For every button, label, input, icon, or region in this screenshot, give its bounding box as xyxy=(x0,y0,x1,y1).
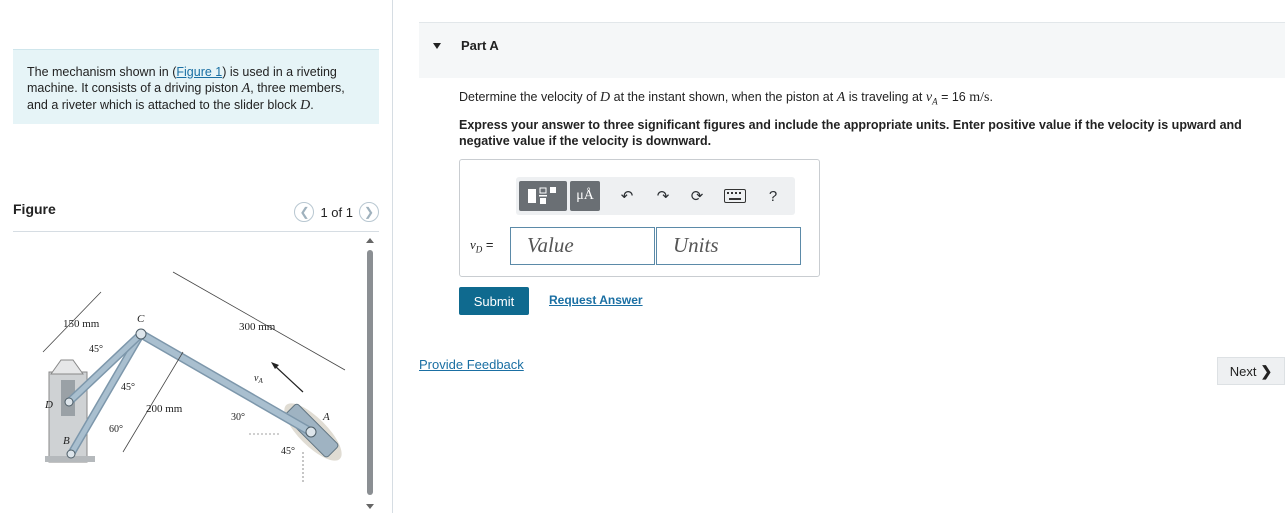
guide-top xyxy=(50,359,84,375)
prev-figure-button[interactable]: ❮ xyxy=(294,202,315,222)
problem-statement: The mechanism shown in (Figure 1) is use… xyxy=(13,49,379,124)
reset-button[interactable]: ⟳ xyxy=(686,185,708,207)
chevron-right-icon: ❯ xyxy=(1260,362,1273,379)
keyboard-icon xyxy=(724,189,746,203)
next-label: Next xyxy=(1229,363,1257,379)
answer-box: μÅ ↶ ↷ ⟳ ? vD = Value Units xyxy=(459,159,820,277)
value-input[interactable]: Value xyxy=(510,227,655,265)
label-angle-45-bot: 45° xyxy=(281,446,295,457)
label-point-b: B xyxy=(63,435,70,447)
units-input[interactable]: Units xyxy=(656,227,801,265)
figure-link[interactable]: Figure 1 xyxy=(176,65,222,79)
velocity-arrow-line xyxy=(274,365,304,393)
next-figure-button[interactable]: ❯ xyxy=(359,202,379,222)
instructions-text: Express your answer to three significant… xyxy=(459,118,1242,148)
math-toolbar: μÅ ↶ ↷ ⟳ ? xyxy=(516,177,795,215)
units-button[interactable]: μÅ xyxy=(570,181,600,211)
part-label: Part A xyxy=(461,38,499,53)
pin-b xyxy=(66,449,76,459)
dim-line-200 xyxy=(122,351,184,453)
templates-button[interactable] xyxy=(519,181,567,211)
undo-button[interactable]: ↶ xyxy=(616,185,638,207)
label-angle-45-top: 45° xyxy=(89,344,103,355)
label-300mm: 300 mm xyxy=(239,321,276,333)
templates-icon xyxy=(528,187,556,204)
keyboard-button[interactable] xyxy=(722,185,748,207)
redo-icon: ↷ xyxy=(656,188,670,205)
reset-icon: ⟳ xyxy=(690,188,704,205)
figure-scrollbar[interactable] xyxy=(365,238,375,513)
request-answer-link[interactable]: Request Answer xyxy=(549,293,643,307)
pin-a xyxy=(305,426,317,438)
label-point-d: D xyxy=(44,399,53,411)
label-150mm: 150 mm xyxy=(63,318,100,330)
figure-header: Figure ❮ 1 of 1 ❯ xyxy=(13,198,379,232)
figure-title: Figure xyxy=(13,201,56,217)
label-200mm: 200 mm xyxy=(146,403,183,415)
label-point-c: C xyxy=(137,313,145,325)
answer-variable-label: vD = xyxy=(470,237,494,255)
figure-page-label: 1 of 1 xyxy=(320,204,353,220)
part-a-header[interactable]: Part A xyxy=(419,22,1285,78)
label-angle-45-mid: 45° xyxy=(121,382,135,393)
panel-divider xyxy=(392,0,393,513)
redo-button[interactable]: ↷ xyxy=(652,185,674,207)
label-angle-30: 30° xyxy=(231,412,245,423)
collapse-triangle-icon xyxy=(433,43,441,49)
mechanism-diagram: 150 mm 300 mm 200 mm 45° 45° 60° 30° 45°… xyxy=(42,271,346,482)
question-text: Determine the velocity of D at the insta… xyxy=(459,90,993,107)
pin-d xyxy=(64,397,74,407)
left-panel: The mechanism shown in (Figure 1) is use… xyxy=(0,0,392,513)
submit-button[interactable]: Submit xyxy=(459,287,529,315)
provide-feedback-link[interactable]: Provide Feedback xyxy=(419,357,524,372)
scroll-up-arrow[interactable] xyxy=(366,238,374,243)
scroll-thumb[interactable] xyxy=(367,250,373,495)
help-button[interactable]: ? xyxy=(762,185,784,207)
label-point-a: A xyxy=(322,411,330,423)
next-button[interactable]: Next ❯ xyxy=(1217,357,1285,385)
mu-icon: μÅ xyxy=(576,188,594,203)
undo-icon: ↶ xyxy=(620,188,634,205)
chevron-right-icon: ❯ xyxy=(363,205,375,219)
figure-pager: ❮ 1 of 1 ❯ xyxy=(294,202,379,222)
chevron-left-icon: ❮ xyxy=(299,205,310,219)
pin-c xyxy=(135,328,147,340)
help-icon: ? xyxy=(768,187,778,205)
figure-image: 150 mm 300 mm 200 mm 45° 45° 60° 30° 45°… xyxy=(13,242,363,510)
member-ca-inner xyxy=(138,331,314,435)
label-velocity-va: vA xyxy=(254,373,263,385)
label-angle-60: 60° xyxy=(109,424,123,435)
scroll-down-arrow[interactable] xyxy=(366,504,374,509)
